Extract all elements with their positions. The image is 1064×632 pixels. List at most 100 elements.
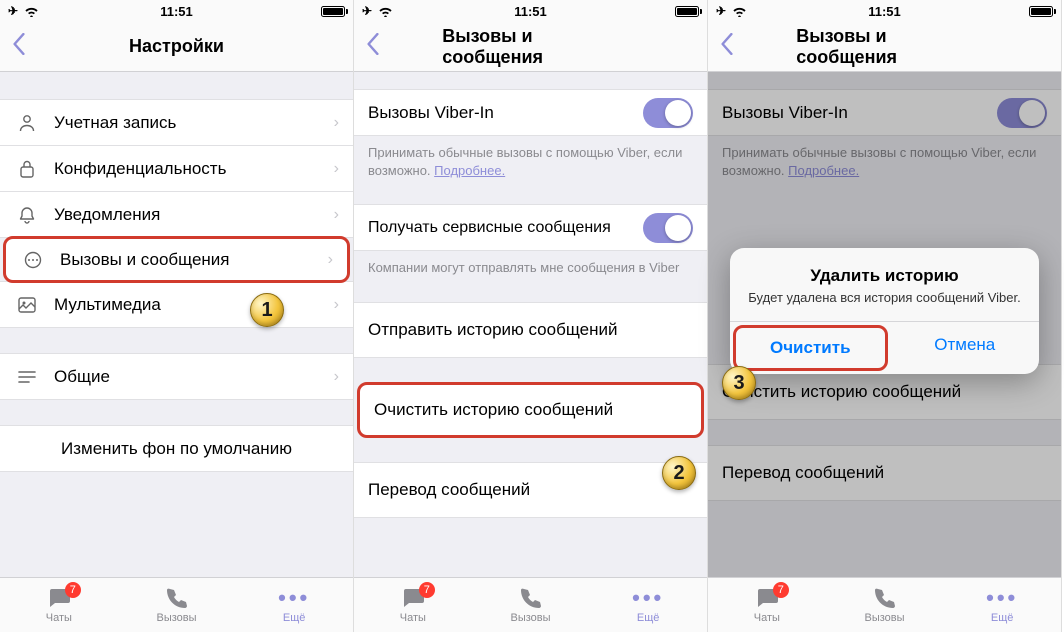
- dialog-title: Удалить историю: [746, 266, 1023, 286]
- row-clear-history[interactable]: Очистить историю сообщений: [357, 382, 704, 438]
- chevron-right-icon: ›: [334, 368, 339, 386]
- wifi-icon: [24, 6, 39, 17]
- wifi-icon: [378, 6, 393, 17]
- header: Вызовы и сообщения: [354, 22, 707, 72]
- toggle-viber-in: [997, 98, 1047, 128]
- battery-icon: [675, 6, 699, 17]
- step-badge-2: 2: [662, 456, 696, 490]
- tabbar: 7 Чаты Вызовы ••• Ещё: [354, 577, 707, 632]
- tabbar: 7 Чаты Вызовы ••• Ещё: [0, 577, 353, 632]
- tab-label: Чаты: [754, 612, 780, 624]
- image-icon: [14, 292, 40, 318]
- chevron-right-icon: ›: [334, 206, 339, 224]
- tab-label: Ещё: [283, 612, 306, 624]
- row-label: Очистить историю сообщений: [374, 400, 687, 420]
- toggle-service-messages[interactable]: [643, 213, 693, 243]
- row-privacy[interactable]: Конфиденциальность ›: [0, 145, 353, 192]
- tab-chats[interactable]: 7 Чаты: [0, 578, 118, 632]
- bell-icon: [14, 202, 40, 228]
- phone-calls-messages: ✈︎ 11:51 Вызовы и сообщения Вызовы Viber…: [354, 0, 708, 632]
- row-label: Получать сервисные сообщения: [368, 219, 643, 237]
- row-viber-in: Вызовы Viber-In: [708, 89, 1061, 136]
- row-calls-messages[interactable]: Вызовы и сообщения ›: [3, 236, 350, 283]
- battery-icon: [321, 6, 345, 17]
- row-account[interactable]: Учетная запись ›: [0, 99, 353, 146]
- chat-icon: [20, 247, 46, 273]
- back-arrow-icon[interactable]: [366, 33, 380, 61]
- learn-more-link[interactable]: Подробнее.: [434, 163, 505, 178]
- phone-settings: ✈︎ 11:51 Настройки Учетная запись › Конф…: [0, 0, 354, 632]
- learn-more-link: Подробнее.: [788, 163, 859, 178]
- chevron-right-icon: ›: [334, 114, 339, 132]
- step-badge-3: 3: [722, 366, 756, 400]
- status-bar: ✈︎ 11:51: [0, 0, 353, 22]
- tab-label: Вызовы: [864, 612, 904, 624]
- row-service-messages[interactable]: Получать сервисные сообщения: [354, 204, 707, 251]
- row-label: Общие: [54, 367, 334, 387]
- row-label: Отправить историю сообщений: [368, 320, 693, 340]
- row-translate[interactable]: Перевод сообщений: [354, 462, 707, 518]
- tab-label: Вызовы: [156, 612, 196, 624]
- tab-chats[interactable]: 7 Чаты: [354, 578, 472, 632]
- tab-more[interactable]: ••• Ещё: [235, 578, 353, 632]
- tab-chats: 7 Чаты: [708, 578, 826, 632]
- tab-more: ••• Ещё: [943, 578, 1061, 632]
- more-icon: •••: [986, 586, 1018, 610]
- tab-more[interactable]: ••• Ещё: [589, 578, 707, 632]
- list-icon: [14, 364, 40, 390]
- confirm-dialog: Удалить историю Будет удалена вся истори…: [730, 248, 1039, 374]
- chevron-right-icon: ›: [334, 296, 339, 314]
- airplane-icon: ✈︎: [362, 4, 372, 18]
- back-arrow-icon[interactable]: [12, 33, 26, 61]
- chevron-right-icon: ›: [328, 251, 333, 269]
- dialog-message: Будет удалена вся история сообщений Vibe…: [746, 290, 1023, 307]
- row-label: Перевод сообщений: [722, 463, 1047, 483]
- row-send-history[interactable]: Отправить историю сообщений: [354, 302, 707, 358]
- status-time: 11:51: [868, 4, 901, 19]
- row-translate: Перевод сообщений: [708, 445, 1061, 501]
- tab-calls[interactable]: Вызовы: [118, 578, 236, 632]
- phone-icon: [166, 586, 188, 610]
- row-label: Уведомления: [54, 205, 334, 225]
- back-arrow-icon[interactable]: [720, 33, 734, 61]
- phone-icon: [874, 586, 896, 610]
- toggle-viber-in[interactable]: [643, 98, 693, 128]
- row-label: Вызовы Viber-In: [368, 103, 643, 123]
- dialog-clear-button[interactable]: Очистить: [733, 325, 888, 371]
- status-bar: ✈︎ 11:51: [708, 0, 1061, 22]
- dialog-cancel-button[interactable]: Отмена: [891, 322, 1040, 368]
- tab-label: Ещё: [637, 612, 660, 624]
- row-general[interactable]: Общие ›: [0, 353, 353, 400]
- more-icon: •••: [278, 586, 310, 610]
- header: Настройки: [0, 22, 353, 72]
- badge-count: 7: [65, 582, 81, 598]
- tab-label: Вызовы: [510, 612, 550, 624]
- tab-calls[interactable]: Вызовы: [472, 578, 590, 632]
- page-title: Настройки: [129, 36, 224, 57]
- battery-icon: [1029, 6, 1053, 17]
- footnote-viber-in: Принимать обычные вызовы с помощью Viber…: [708, 136, 1061, 179]
- badge-count: 7: [773, 582, 789, 598]
- phone-dialog: ✈︎ 11:51 Вызовы и сообщения Вызовы Viber…: [708, 0, 1062, 632]
- row-label: Учетная запись: [54, 113, 334, 133]
- step-badge-1: 1: [250, 293, 284, 327]
- phone-icon: [520, 586, 542, 610]
- tabbar: 7 Чаты Вызовы ••• Ещё: [708, 577, 1061, 632]
- row-label: Конфиденциальность: [54, 159, 334, 179]
- tab-calls: Вызовы: [826, 578, 944, 632]
- person-icon: [14, 110, 40, 136]
- row-notifications[interactable]: Уведомления ›: [0, 191, 353, 238]
- header: Вызовы и сообщения: [708, 22, 1061, 72]
- row-viber-in[interactable]: Вызовы Viber-In: [354, 89, 707, 136]
- airplane-icon: ✈︎: [8, 4, 18, 18]
- badge-count: 7: [419, 582, 435, 598]
- chevron-right-icon: ›: [334, 160, 339, 178]
- row-label: Очистить историю сообщений: [722, 382, 1047, 402]
- row-label: Вызовы и сообщения: [60, 250, 328, 270]
- status-time: 11:51: [514, 4, 547, 19]
- more-icon: •••: [632, 586, 664, 610]
- tab-label: Ещё: [991, 612, 1014, 624]
- row-wallpaper[interactable]: Изменить фон по умолчанию: [0, 425, 353, 472]
- row-media[interactable]: Мультимедиа ›: [0, 281, 353, 328]
- page-title: Вызовы и сообщения: [442, 26, 619, 68]
